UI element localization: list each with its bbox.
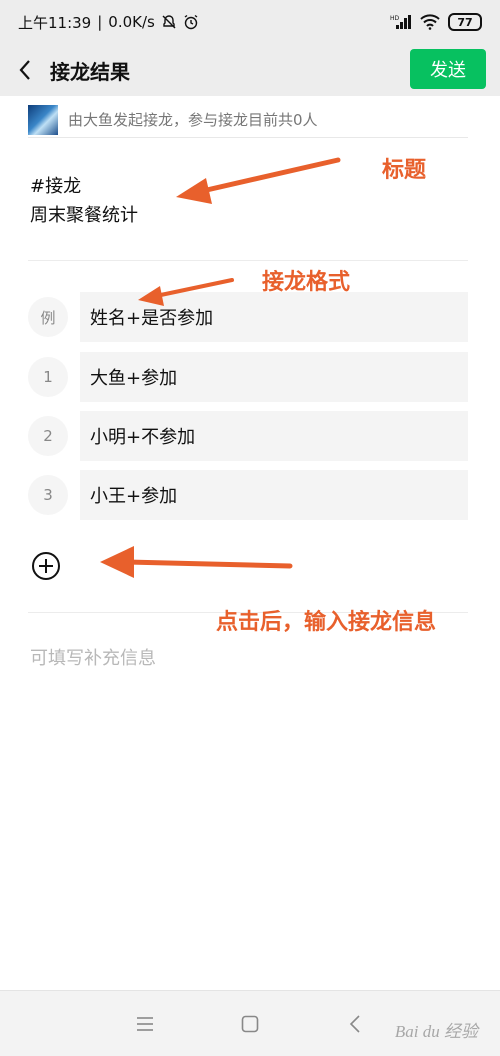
home-button[interactable] [198, 991, 303, 1056]
system-back-button[interactable] [303, 991, 408, 1056]
example-row: 例 姓名+是否参加 [28, 292, 468, 342]
annotation-hint: 点击后，输入接龙信息 [216, 610, 437, 635]
title-line-1: #接龙 [30, 176, 82, 197]
entry-field[interactable]: 大鱼+参加 [80, 352, 468, 402]
extra-info-input[interactable]: 可填写补充信息 [30, 644, 156, 670]
back-chevron-icon [349, 1014, 360, 1033]
annotation-format: 接龙格式 [262, 270, 351, 295]
entry-index: 3 [28, 475, 68, 515]
chevron-left-icon [19, 60, 30, 80]
entry-row-3: 3 小王+参加 [28, 470, 468, 520]
status-time: 上午11:39 [18, 13, 92, 32]
menu-icon [137, 1016, 153, 1031]
network-speed: 0.0K/s [108, 13, 155, 31]
entry-index: 1 [28, 357, 68, 397]
content-area: 由大鱼发起接龙，参与接龙目前共0人 #接龙 周末聚餐统计 例 姓名+是否参加 1… [0, 96, 500, 990]
initiator-text: 由大鱼发起接龙，参与接龙目前共0人 [68, 111, 318, 129]
entry-row-2: 2 小明+不参加 [28, 411, 468, 461]
back-button[interactable] [0, 44, 50, 96]
relay-title-field[interactable]: #接龙 周末聚餐统计 [30, 172, 138, 230]
nav-bar: 接龙结果 发送 [0, 44, 500, 96]
status-bar: 上午11:39 | 0.0K/s HD 77 [0, 0, 500, 44]
entry-index: 2 [28, 416, 68, 456]
wifi-icon [420, 14, 440, 30]
status-right: HD 77 [390, 13, 482, 31]
divider [28, 260, 468, 261]
system-nav-bar: Bai du 经验 [0, 990, 500, 1056]
mute-icon [162, 15, 176, 29]
entry-row-1: 1 大鱼+参加 [28, 352, 468, 402]
page-title: 接龙结果 [50, 59, 130, 84]
status-left: 上午11:39 | 0.0K/s [18, 12, 199, 33]
avatar [28, 104, 58, 135]
home-square-icon [241, 1015, 259, 1032]
status-separator: | [97, 13, 103, 31]
signal-icon: HD [390, 15, 411, 29]
title-line-2: 周末聚餐统计 [30, 205, 138, 226]
plus-circle-icon[interactable] [30, 550, 62, 582]
annotation-title: 标题 [382, 158, 427, 183]
entry-field[interactable]: 小明+不参加 [80, 411, 468, 461]
svg-text:HD: HD [390, 15, 400, 22]
example-index: 例 [28, 297, 68, 337]
example-entry[interactable]: 姓名+是否参加 [80, 292, 468, 342]
alarm-icon [184, 14, 198, 30]
initiator-row: 由大鱼发起接龙，参与接龙目前共0人 [28, 102, 468, 138]
watermark: Bai du 经验 [394, 1022, 478, 1041]
menu-button[interactable] [93, 991, 198, 1056]
battery-icon: 77 [448, 13, 482, 31]
send-button[interactable]: 发送 [410, 49, 486, 89]
entry-field[interactable]: 小王+参加 [80, 470, 468, 520]
